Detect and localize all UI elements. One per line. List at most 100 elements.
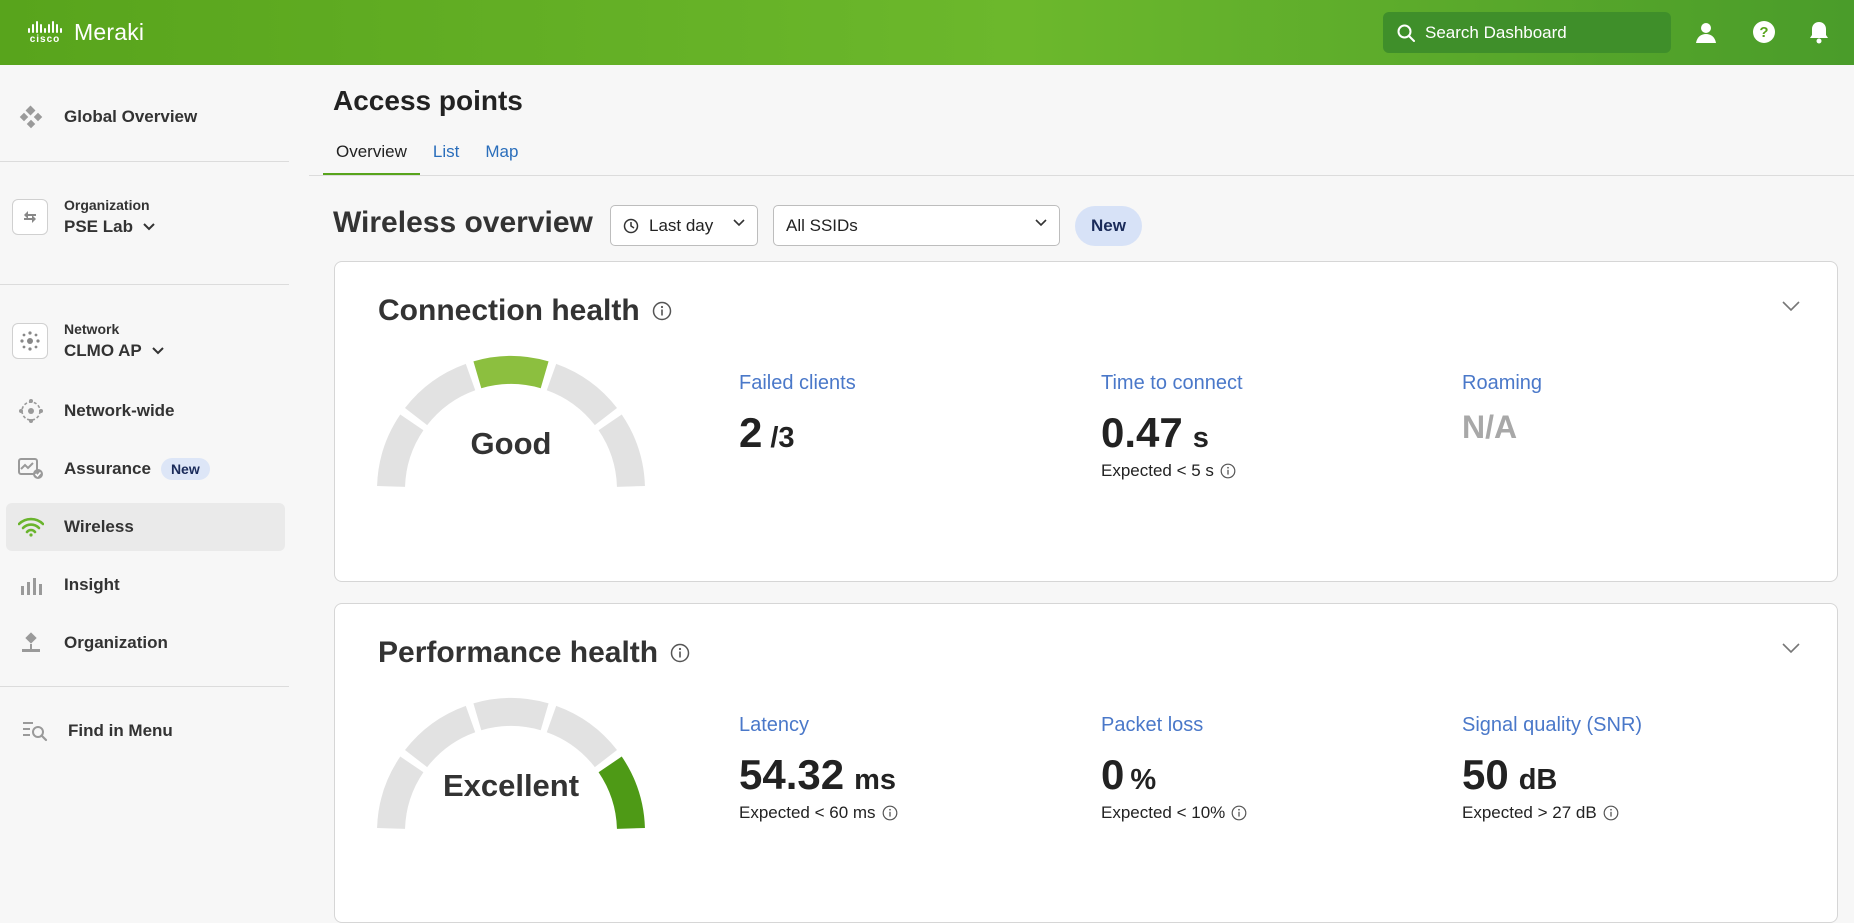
collapse-chevron-icon[interactable] — [1781, 300, 1801, 312]
organization-icon — [16, 628, 46, 658]
info-icon[interactable] — [1220, 463, 1236, 479]
chevron-down-icon — [1035, 219, 1047, 227]
network-value: CLMO AP — [64, 341, 142, 360]
sidebar-item-label: Assurance — [64, 459, 151, 478]
network-label: Network — [64, 321, 120, 337]
gauge-label: Excellent — [442, 768, 580, 803]
connection-health-title: Connection health — [378, 294, 672, 328]
organization-label: Organization — [64, 197, 150, 213]
sidebar-divider — [0, 686, 289, 687]
sidebar-item-label: Network-wide — [64, 401, 175, 420]
sidebar-item-network-wide[interactable]: Network-wide — [6, 387, 285, 435]
info-icon[interactable] — [1603, 805, 1619, 821]
metric-label[interactable]: Roaming — [1462, 372, 1542, 395]
metric-unit: % — [1130, 764, 1157, 796]
sidebar-item-label: Wireless — [64, 517, 134, 536]
tab-map[interactable]: Map — [472, 142, 531, 175]
sidebar-item-insight[interactable]: Insight — [6, 561, 285, 609]
top-bar: cisco Meraki Search Dashboard ? — [0, 0, 1854, 65]
sidebar-item-organization[interactable]: Organization — [6, 619, 285, 667]
metric-label[interactable]: Latency — [739, 714, 898, 737]
metric-label[interactable]: Signal quality (SNR) — [1462, 714, 1642, 737]
new-experience-badge[interactable]: New — [1075, 206, 1142, 246]
sidebar-item-global-overview[interactable]: Global Overview — [6, 93, 285, 141]
cisco-logo: cisco — [28, 20, 62, 45]
metric-value: 0 — [1101, 751, 1125, 798]
gauge-segment — [405, 705, 476, 768]
network-selector[interactable]: Network CLMO AP — [12, 321, 164, 361]
metric-expected: Expected < 60 ms — [739, 803, 876, 822]
page-tabs: Overview List Map — [323, 142, 531, 175]
metric-value: 54.32 — [739, 751, 845, 798]
bell-icon[interactable] — [1805, 18, 1833, 46]
sidebar-item-wireless[interactable]: Wireless — [6, 503, 285, 551]
find-in-menu-label: Find in Menu — [68, 721, 173, 740]
metric-label[interactable]: Packet loss — [1101, 714, 1247, 737]
sidebar-divider — [0, 284, 289, 285]
organization-icon — [12, 199, 48, 235]
sidebar-item-label: Global Overview — [64, 107, 198, 126]
global-overview-icon — [16, 102, 46, 132]
meraki-wordmark: Meraki — [74, 19, 145, 45]
info-icon[interactable] — [670, 643, 690, 663]
network-icon — [12, 323, 48, 359]
organization-value: PSE Lab — [64, 217, 133, 236]
metric-expected: Expected < 10% — [1101, 803, 1226, 822]
metric-value: 50 — [1462, 751, 1509, 798]
cisco-wordmark: cisco — [29, 33, 61, 45]
sidebar-item-label: Organization — [64, 633, 168, 652]
wifi-icon — [16, 512, 46, 542]
metric-value: 2 — [739, 409, 763, 456]
tab-list[interactable]: List — [420, 142, 472, 175]
find-menu-icon — [20, 716, 50, 746]
new-badge: New — [160, 458, 210, 480]
time-filter-value: Last day — [649, 215, 714, 235]
metric-label[interactable]: Failed clients — [739, 372, 856, 395]
metric-value: 0.47 — [1101, 409, 1183, 456]
info-icon[interactable] — [882, 805, 898, 821]
clock-icon — [623, 218, 639, 233]
search-input[interactable]: Search Dashboard — [1383, 12, 1671, 53]
failed-clients-metric: Failed clients 2/3 — [739, 372, 856, 457]
gauge-segment — [546, 705, 617, 768]
gauge-segment — [546, 363, 617, 426]
metric-label[interactable]: Time to connect — [1101, 372, 1243, 395]
ssid-filter-value: All SSIDs — [786, 215, 858, 235]
help-icon[interactable]: ? — [1750, 18, 1778, 46]
performance-health-gauge: Excellent — [375, 696, 647, 846]
metric-value: N/A — [1462, 409, 1518, 445]
collapse-chevron-icon[interactable] — [1781, 642, 1801, 654]
connection-health-card: Connection health Good Failed clients 2/… — [334, 261, 1838, 582]
page-title: Access points — [333, 85, 523, 116]
info-icon[interactable] — [652, 301, 672, 321]
gauge-label: Good — [470, 426, 552, 461]
chevron-down-icon — [152, 347, 164, 355]
user-icon[interactable] — [1692, 18, 1720, 46]
tab-overview[interactable]: Overview — [323, 142, 420, 175]
ssid-filter-dropdown[interactable]: All SSIDs — [773, 205, 1060, 246]
time-filter-dropdown[interactable]: Last day — [610, 205, 758, 246]
sidebar-item-label: Insight — [64, 575, 120, 594]
search-icon — [1397, 24, 1415, 42]
search-placeholder: Search Dashboard — [1425, 22, 1567, 42]
packet-loss-metric: Packet loss 0% Expected < 10% — [1101, 714, 1247, 823]
metric-unit: /3 — [770, 422, 795, 454]
overview-title: Wireless overview — [333, 206, 593, 239]
metric-expected: Expected > 27 dB — [1462, 803, 1597, 822]
time-to-connect-metric: Time to connect 0.47 s Expected < 5 s — [1101, 372, 1243, 481]
connection-health-gauge: Good — [375, 354, 647, 504]
bar-chart-icon — [16, 570, 46, 600]
find-in-menu-button[interactable]: Find in Menu — [6, 707, 285, 755]
meraki-logo[interactable]: cisco Meraki — [28, 19, 144, 46]
info-icon[interactable] — [1231, 805, 1247, 821]
roaming-metric: Roaming N/A — [1462, 372, 1542, 446]
sidebar-item-assurance[interactable]: Assurance New — [6, 445, 285, 493]
assurance-icon — [16, 454, 46, 484]
organization-selector[interactable]: Organization PSE Lab — [12, 197, 155, 237]
tabs-divider — [309, 175, 1854, 176]
gauge-segment — [473, 698, 549, 731]
metric-expected: Expected < 5 s — [1101, 461, 1214, 480]
sidebar-divider — [0, 161, 289, 162]
metric-unit: s — [1192, 422, 1209, 454]
chevron-down-icon — [143, 223, 155, 231]
